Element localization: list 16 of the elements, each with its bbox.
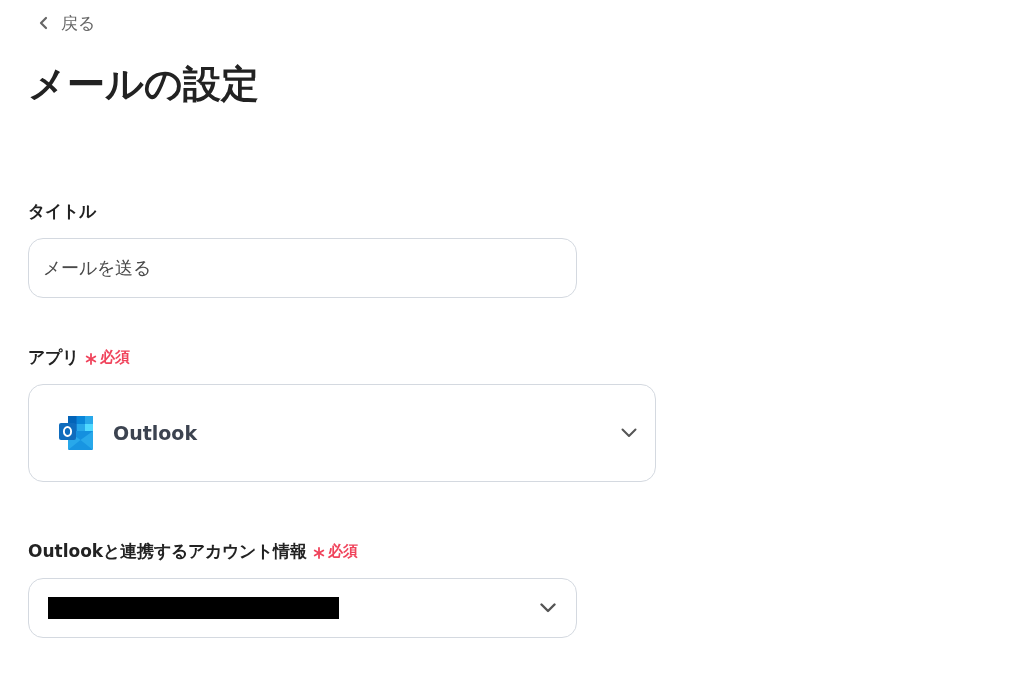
field-label: Outlookと連携するアカウント情報 — [28, 539, 308, 563]
chevron-down-icon — [621, 428, 637, 438]
title-input[interactable]: メールを送る — [28, 238, 577, 298]
field-label: アプリ — [28, 345, 79, 369]
required-asterisk-icon — [85, 352, 97, 365]
envelope-app-icon — [59, 416, 95, 450]
page-title: メールの設定 — [28, 62, 259, 106]
required-asterisk-icon — [313, 546, 326, 559]
chevron-left-icon — [38, 16, 48, 30]
chevron-down-icon — [540, 603, 556, 613]
field-label: タイトル — [28, 199, 96, 223]
required-label: 必須 — [328, 541, 359, 561]
app-select[interactable]: Outlook — [28, 384, 656, 482]
required-label: 必須 — [100, 347, 130, 367]
back-link[interactable]: 戻る — [38, 12, 95, 34]
account-select[interactable] — [28, 578, 577, 638]
